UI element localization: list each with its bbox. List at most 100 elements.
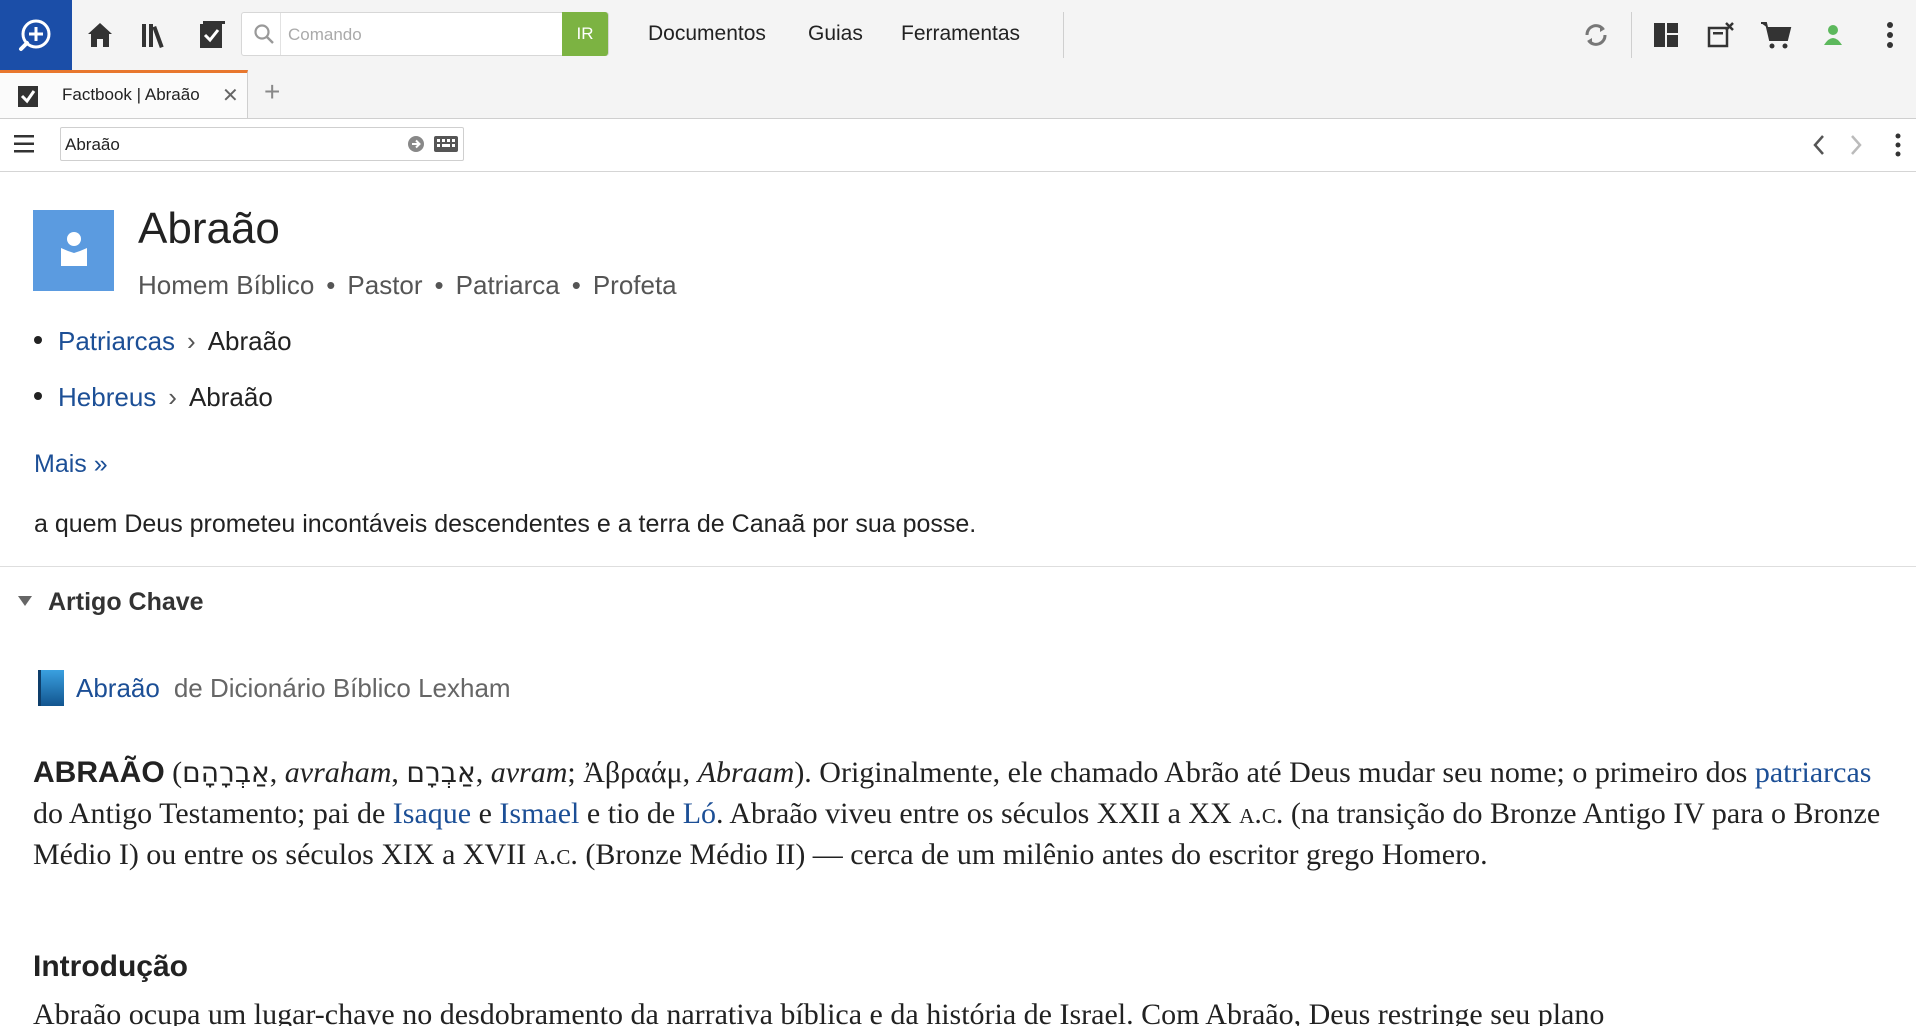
hamburger-icon bbox=[14, 135, 34, 153]
home-button[interactable] bbox=[77, 12, 123, 58]
section-key-article-toggle[interactable]: Artigo Chave bbox=[18, 588, 204, 617]
link-lo[interactable]: Ló bbox=[683, 797, 716, 830]
user-status-icon bbox=[1824, 25, 1842, 45]
hebrew-text: אַבְרָם bbox=[406, 756, 476, 789]
text: do Antigo Testamento; pai de bbox=[33, 797, 393, 830]
article-title-link[interactable]: Abraão bbox=[76, 673, 160, 703]
command-box: IR bbox=[241, 12, 609, 56]
sync-icon bbox=[1585, 24, 1607, 46]
tab-close-icon[interactable]: ✕ bbox=[222, 83, 239, 108]
factbook-icon bbox=[16, 83, 42, 114]
close-all-panels-button[interactable] bbox=[1698, 12, 1744, 58]
bullet bbox=[34, 336, 42, 345]
entity-title: Abraão bbox=[138, 204, 280, 253]
text: ; Ἀβραάμ, bbox=[567, 756, 698, 789]
breadcrumb: Patriarcas › Abraão bbox=[34, 326, 292, 357]
text: ( bbox=[172, 756, 183, 789]
account-button[interactable] bbox=[1810, 12, 1856, 58]
article-source: Abraão de Dicionário Bíblico Lexham bbox=[38, 670, 511, 708]
panel-menu-button[interactable] bbox=[12, 133, 36, 160]
menu-guides[interactable]: Guias bbox=[808, 22, 863, 46]
article-body: ABRAÃO (אַבְרָהָם, avraham, אַבְרָם, avr… bbox=[33, 752, 1893, 875]
breadcrumb-current: Abraão bbox=[207, 326, 292, 356]
reference-input[interactable] bbox=[63, 131, 397, 159]
text: . Abraão viveu entre os séculos XXII a X… bbox=[716, 797, 1240, 830]
go-button[interactable]: IR bbox=[562, 12, 608, 56]
cart-button[interactable] bbox=[1753, 12, 1799, 58]
checklist-icon bbox=[200, 21, 225, 48]
person-avatar bbox=[33, 210, 114, 291]
kebab-icon bbox=[1887, 22, 1893, 48]
text: , bbox=[391, 756, 407, 789]
text: e tio de bbox=[579, 797, 683, 830]
home-icon bbox=[88, 23, 112, 47]
app-logo-button[interactable] bbox=[0, 0, 72, 70]
top-toolbar: IR Documentos Guias Ferramentas bbox=[0, 0, 1916, 71]
role-label: Homem Bíblico bbox=[138, 270, 315, 300]
entity-description: a quem Deus prometeu incontáveis descend… bbox=[34, 510, 977, 538]
toolbar-divider bbox=[1063, 12, 1064, 58]
bullet bbox=[34, 392, 42, 401]
chevron-left-icon bbox=[1813, 135, 1824, 155]
role-separator: • bbox=[326, 270, 336, 300]
breadcrumb-link-patriarcas[interactable]: Patriarcas bbox=[58, 326, 175, 356]
collapse-triangle-icon bbox=[18, 596, 32, 607]
section-title: Artigo Chave bbox=[48, 588, 204, 616]
tab-title: Factbook | Abraão bbox=[62, 85, 200, 104]
transliteration: avram bbox=[490, 756, 568, 789]
guides-button[interactable] bbox=[189, 12, 235, 58]
kebab-icon bbox=[1895, 133, 1901, 157]
close-panels-icon bbox=[1707, 22, 1734, 48]
text: , bbox=[269, 756, 285, 789]
role-label: Profeta bbox=[592, 270, 677, 300]
go-arrow-icon[interactable] bbox=[407, 135, 425, 158]
back-button[interactable] bbox=[1811, 133, 1827, 162]
library-button[interactable] bbox=[133, 12, 179, 58]
factbook-content: Abraão Homem Bíblico • Pastor • Patriarca • Pr… bbox=[0, 172, 1916, 1026]
person-icon bbox=[60, 231, 87, 266]
text: , bbox=[475, 756, 491, 789]
introduction-text: Abraão ocupa um lugar-chave no desdobram… bbox=[33, 998, 1605, 1026]
breadcrumb-link-hebreus[interactable]: Hebreus bbox=[58, 382, 156, 412]
transliteration: Abraam bbox=[697, 756, 795, 789]
sync-button[interactable] bbox=[1573, 12, 1619, 58]
role-label: Pastor bbox=[347, 270, 423, 300]
tab-factbook[interactable]: Factbook | Abraão ✕ bbox=[0, 70, 248, 118]
link-ismael[interactable]: Ismael bbox=[499, 797, 579, 830]
menu-tools[interactable]: Ferramentas bbox=[901, 22, 1020, 46]
breadcrumb-separator: › bbox=[187, 326, 196, 356]
layout-icon bbox=[1654, 23, 1678, 47]
entity-roles: Homem Bíblico • Pastor • Patriarca • Profeta bbox=[138, 270, 677, 301]
book-cover-icon bbox=[38, 670, 64, 706]
menu-documents[interactable]: Documentos bbox=[648, 22, 766, 46]
breadcrumb: Hebreus › Abraão bbox=[34, 382, 273, 413]
more-link[interactable]: Mais » bbox=[34, 450, 108, 479]
tab-bar: Factbook | Abraão ✕ + bbox=[0, 70, 1916, 119]
headword: ABRAÃO bbox=[33, 756, 165, 789]
article-source-name: de Dicionário Bíblico Lexham bbox=[173, 672, 511, 703]
panel-header bbox=[0, 119, 1916, 172]
transliteration: avraham bbox=[284, 756, 392, 789]
link-isaque[interactable]: Isaque bbox=[393, 797, 471, 830]
forward-button[interactable] bbox=[1848, 133, 1864, 162]
text: ). Originalmente, ele chamado Abrão até … bbox=[794, 756, 1755, 789]
breadcrumb-separator: › bbox=[168, 382, 177, 412]
breadcrumb-current: Abraão bbox=[188, 382, 273, 412]
panel-more-button[interactable] bbox=[1894, 133, 1902, 162]
role-label: Patriarca bbox=[455, 270, 560, 300]
more-menu-button[interactable] bbox=[1867, 12, 1913, 58]
reference-box bbox=[60, 127, 464, 161]
link-patriarcas[interactable]: patriarcas bbox=[1755, 756, 1872, 789]
toolbar-divider-right bbox=[1631, 12, 1632, 58]
keyboard-icon[interactable] bbox=[433, 134, 459, 159]
cart-icon bbox=[1761, 22, 1792, 49]
chevron-right-icon bbox=[1851, 135, 1862, 155]
role-separator: • bbox=[434, 270, 444, 300]
command-input[interactable] bbox=[286, 21, 530, 49]
text: e bbox=[471, 797, 500, 830]
library-icon bbox=[142, 24, 164, 49]
logos-search-icon bbox=[19, 19, 51, 51]
layouts-button[interactable] bbox=[1643, 12, 1689, 58]
new-tab-button[interactable]: + bbox=[264, 76, 280, 108]
introduction-heading: Introdução bbox=[33, 950, 188, 983]
